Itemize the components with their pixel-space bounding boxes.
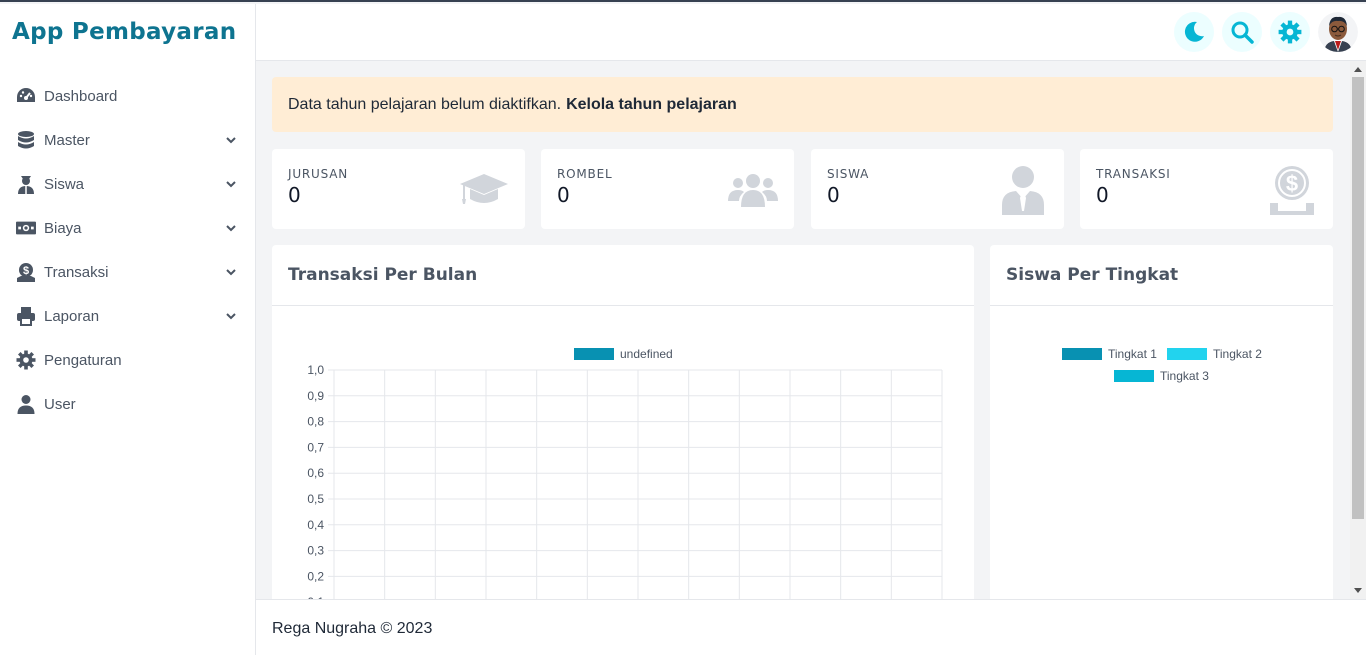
scroll-thumb[interactable] xyxy=(1352,77,1364,519)
svg-text:$: $ xyxy=(23,265,29,277)
main-content: Data tahun pelajaran belum diaktifkan. K… xyxy=(256,61,1350,599)
search-icon xyxy=(1231,21,1254,44)
settings-button[interactable] xyxy=(1270,12,1310,52)
y-tick-label: 0,2 xyxy=(307,569,324,583)
chevron-down-icon xyxy=(226,225,236,232)
sidebar-item-dashboard[interactable]: Dashboard xyxy=(0,74,255,118)
sidebar-item-pengaturan[interactable]: Pengaturan xyxy=(0,338,255,382)
gauge-icon xyxy=(16,86,36,106)
siswa-per-tingkat-card: Siswa Per Tingkat Tingkat 1 Tingkat 2 Ting… xyxy=(990,245,1333,599)
svg-text:$: $ xyxy=(1286,171,1298,196)
legend-label: Tingkat 2 xyxy=(1213,347,1262,361)
scroll-down-arrow-icon[interactable] xyxy=(1350,583,1366,599)
user-tie-icon xyxy=(998,165,1048,215)
sidebar-item-user[interactable]: User xyxy=(0,382,255,426)
alert-text: Data tahun pelajaran belum diaktifkan. xyxy=(288,95,562,113)
user-icon xyxy=(16,394,36,414)
sidebar-item-biaya[interactable]: Biaya xyxy=(0,206,255,250)
y-tick-label: 0,3 xyxy=(307,544,324,558)
search-button[interactable] xyxy=(1222,12,1262,52)
sidebar-item-laporan[interactable]: Laporan xyxy=(0,294,255,338)
chevron-down-icon xyxy=(226,313,236,320)
sidebar-item-master[interactable]: Master xyxy=(0,118,255,162)
footer: Rega Nugraha © 2023 xyxy=(256,599,1366,655)
transaksi-per-bulan-card: Transaksi Per Bulan undefined 1,0 0,9 0,8 0,… xyxy=(272,245,974,599)
stat-card-rombel: ROMBEL 0 xyxy=(541,149,794,229)
y-tick-label: 1,0 xyxy=(307,363,324,377)
main-scrollbar[interactable] xyxy=(1350,61,1366,599)
user-graduate-icon xyxy=(16,174,36,194)
chevron-down-icon xyxy=(226,137,236,144)
dark-mode-button[interactable] xyxy=(1174,12,1214,52)
legend-swatch xyxy=(1167,348,1207,360)
sidebar-item-siswa[interactable]: Siswa xyxy=(0,162,255,206)
stat-card-transaksi: TRANSAKSI 0 $ xyxy=(1080,149,1333,229)
alert-link[interactable]: Kelola tahun pelajaran xyxy=(566,96,737,114)
topbar-actions xyxy=(1174,12,1358,52)
legend-label: Tingkat 1 xyxy=(1108,347,1157,361)
stat-card-jurusan: JURUSAN 0 xyxy=(272,149,525,229)
sidebar-item-label: Transaksi xyxy=(44,263,109,281)
app-title[interactable]: App Pembayaran xyxy=(0,4,255,60)
legend-swatch xyxy=(574,348,614,360)
alert-banner: Data tahun pelajaran belum diaktifkan. K… xyxy=(272,77,1333,132)
avatar[interactable] xyxy=(1318,12,1358,52)
sidebar: App Pembayaran Dashboard Master Siswa Bi… xyxy=(0,4,256,655)
avatar-icon xyxy=(1318,12,1358,52)
chevron-down-icon xyxy=(226,181,236,188)
card-title: Siswa Per Tingkat xyxy=(990,245,1333,306)
legend-swatch xyxy=(1062,348,1102,360)
card-title: Transaksi Per Bulan xyxy=(272,245,974,306)
gear-icon xyxy=(16,350,36,370)
database-icon xyxy=(16,130,36,150)
y-tick-label: 0,9 xyxy=(307,389,324,403)
printer-icon xyxy=(16,306,36,326)
gear-icon xyxy=(1278,20,1302,44)
legend-label: undefined xyxy=(620,347,673,361)
stat-card-siswa: SISWA 0 xyxy=(811,149,1064,229)
sidebar-item-label: User xyxy=(44,395,76,413)
transaksi-line-chart: undefined1,00,90,80,70,60,50,40,30,20,1 xyxy=(307,347,943,599)
y-tick-label: 0,7 xyxy=(307,440,324,454)
sidebar-item-label: Siswa xyxy=(44,175,85,193)
chevron-down-icon xyxy=(226,269,236,276)
sidebar-item-label: Laporan xyxy=(44,307,100,325)
sidebar-item-label: Pengaturan xyxy=(44,351,122,369)
footer-text: Rega Nugraha © 2023 xyxy=(272,619,433,637)
hand-dollar-icon: $ xyxy=(1267,165,1317,215)
y-tick-label: 0,6 xyxy=(307,466,324,480)
topbar xyxy=(256,4,1366,61)
hand-dollar-icon: $ xyxy=(16,262,36,282)
moon-icon xyxy=(1184,21,1204,42)
money-bill-icon xyxy=(16,218,36,238)
sidebar-item-transaksi[interactable]: $ Transaksi xyxy=(0,250,255,294)
sidebar-item-label: Biaya xyxy=(44,219,82,237)
sidebar-item-label: Dashboard xyxy=(44,87,118,105)
legend-swatch xyxy=(1114,370,1154,382)
graduation-cap-icon xyxy=(459,165,509,215)
scroll-up-arrow-icon[interactable] xyxy=(1350,61,1366,77)
sidebar-item-label: Master xyxy=(44,131,90,149)
sidebar-menu: Dashboard Master Siswa Biaya $ Transaksi… xyxy=(0,74,255,426)
y-tick-label: 0,4 xyxy=(307,518,324,532)
legend-label: Tingkat 3 xyxy=(1160,369,1209,383)
y-tick-label: 0,8 xyxy=(307,415,324,429)
y-tick-label: 0,5 xyxy=(307,492,324,506)
siswa-pie-chart: Tingkat 1 Tingkat 2 Tingkat 3 xyxy=(1062,347,1262,383)
users-icon xyxy=(728,165,778,215)
